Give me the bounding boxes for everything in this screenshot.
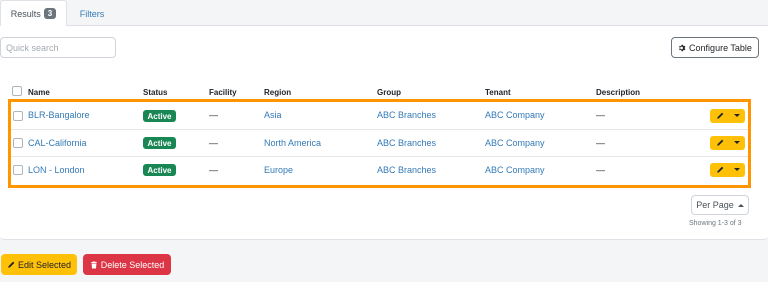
- table-row-facility: —: [209, 110, 218, 120]
- row-divider: [9, 129, 749, 130]
- row-checkbox[interactable]: [13, 111, 23, 121]
- status-badge: Active: [143, 164, 176, 176]
- gear-icon: [679, 44, 686, 51]
- column-header-region[interactable]: Region: [264, 88, 291, 97]
- column-header-name[interactable]: Name: [28, 88, 50, 97]
- row-checkbox[interactable]: [13, 165, 23, 175]
- column-header-group[interactable]: Group: [377, 88, 401, 97]
- table-row-description: —: [596, 110, 605, 120]
- row-checkbox[interactable]: [13, 138, 23, 148]
- row-edit-dropdown-button[interactable]: [710, 109, 745, 123]
- tab-results[interactable]: Results 3: [0, 0, 67, 27]
- caret-down-icon: [734, 114, 740, 117]
- pencil-icon: [717, 112, 724, 119]
- column-header-facility[interactable]: Facility: [209, 88, 237, 97]
- configure-table-label: Configure Table: [689, 42, 752, 53]
- trash-icon: [90, 261, 97, 268]
- tab-filters-label: Filters: [79, 8, 105, 19]
- tab-bar: Results 3 Filters: [0, 0, 768, 27]
- caret-down-icon: [734, 141, 740, 144]
- table-row-group-link[interactable]: ABC Branches: [377, 165, 436, 175]
- table-row-facility: —: [209, 165, 218, 175]
- tab-results-label: Results: [10, 8, 41, 19]
- edit-selected-button[interactable]: Edit Selected: [1, 254, 77, 275]
- column-header-tenant[interactable]: Tenant: [485, 88, 511, 97]
- showing-count-text: Showing 1-3 of 3: [689, 220, 742, 227]
- pencil-icon: [717, 139, 724, 146]
- table-row-group-link[interactable]: ABC Branches: [377, 110, 436, 120]
- table-row-group-link[interactable]: ABC Branches: [377, 138, 436, 148]
- column-header-status[interactable]: Status: [143, 88, 167, 97]
- table-row-region-link[interactable]: Asia: [264, 110, 282, 120]
- table-row-tenant-link[interactable]: ABC Company: [485, 110, 545, 120]
- table-row-tenant-link[interactable]: ABC Company: [485, 138, 545, 148]
- table-row-description: —: [596, 138, 605, 148]
- caret-up-icon: [737, 203, 744, 207]
- results-panel: [0, 26, 768, 240]
- table-row-facility: —: [209, 138, 218, 148]
- tab-filters[interactable]: Filters: [72, 0, 112, 27]
- row-edit-dropdown-button[interactable]: [710, 136, 745, 150]
- table-row-name-link[interactable]: CAL-California: [28, 138, 87, 148]
- delete-selected-label: Delete Selected: [100, 259, 165, 270]
- delete-selected-button[interactable]: Delete Selected: [83, 254, 171, 275]
- row-edit-dropdown-button[interactable]: [710, 163, 745, 177]
- table-row-region-link[interactable]: Europe: [264, 165, 293, 175]
- select-all-checkbox[interactable]: [12, 86, 22, 96]
- per-page-dropdown[interactable]: Per Page: [691, 195, 749, 215]
- results-count-badge: 3: [43, 8, 57, 19]
- caret-down-icon: [734, 168, 740, 171]
- row-divider: [9, 156, 749, 157]
- configure-table-button[interactable]: Configure Table: [671, 37, 759, 58]
- table-row-region-link[interactable]: North America: [264, 138, 321, 148]
- table-row-description: —: [596, 165, 605, 175]
- table-row-name-link[interactable]: LON - London: [28, 165, 85, 175]
- table-row-tenant-link[interactable]: ABC Company: [485, 165, 545, 175]
- per-page-label: Per Page: [696, 200, 734, 210]
- status-badge: Active: [143, 137, 176, 149]
- column-header-description[interactable]: Description: [596, 88, 640, 97]
- pencil-icon: [717, 166, 724, 173]
- edit-selected-label: Edit Selected: [17, 259, 72, 270]
- pencil-icon: [8, 261, 15, 268]
- table-row-name-link[interactable]: BLR-Bangalore: [28, 110, 90, 120]
- quick-search-input[interactable]: [0, 37, 116, 58]
- status-badge: Active: [143, 110, 176, 122]
